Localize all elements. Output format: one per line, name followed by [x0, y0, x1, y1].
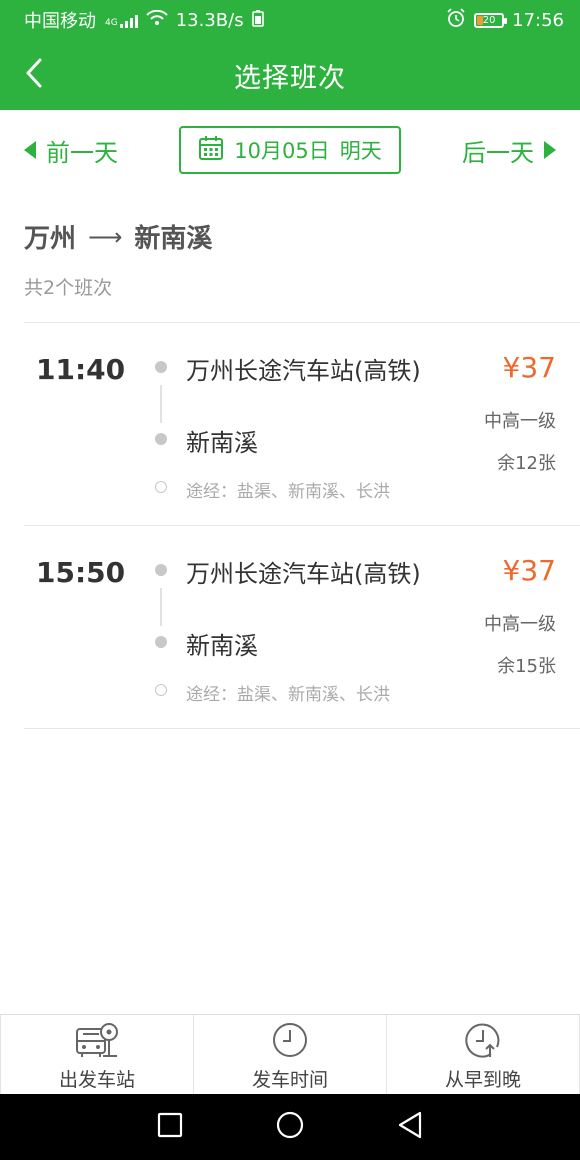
- route-line: [160, 385, 162, 423]
- destination-station: 新南溪: [186, 632, 258, 660]
- trip-list: 11:40 万州长途汽车站(高铁) 新南溪 途经：盐渠、新南溪、长洪 ¥37 中…: [24, 322, 580, 729]
- network-type: 4G: [105, 18, 118, 28]
- route-from: 万州: [24, 224, 77, 254]
- route-to: 新南溪: [134, 224, 213, 254]
- calendar-icon: [198, 135, 224, 166]
- battery-level: 20: [482, 14, 496, 26]
- status-left: 中国移动 4G 13.3B/s: [24, 7, 264, 33]
- filter-sort-early-to-late[interactable]: 从早到晚: [386, 1015, 580, 1094]
- bus-station-icon: [73, 1021, 121, 1063]
- selected-day-label: 明天: [339, 139, 382, 163]
- ticket-price: ¥37: [502, 351, 556, 384]
- network-speed: 13.3B/s: [175, 9, 244, 31]
- wifi-icon: [145, 9, 168, 31]
- origin-station: 万州长途汽车站(高铁): [186, 560, 421, 588]
- triangle-left-icon: [24, 141, 36, 159]
- origin-dot-icon: [155, 361, 167, 373]
- trip-item[interactable]: 11:40 万州长途汽车站(高铁) 新南溪 途经：盐渠、新南溪、长洪 ¥37 中…: [24, 323, 580, 526]
- carrier-name: 中国移动: [24, 11, 96, 32]
- route-arrow: ⟶: [88, 222, 123, 251]
- bus-grade: 中高一级: [484, 614, 556, 635]
- destination-station: 新南溪: [186, 429, 258, 457]
- destination-dot-icon: [155, 636, 167, 648]
- prev-day-label: 前一天: [46, 138, 118, 167]
- status-time: 17:56: [512, 9, 564, 31]
- alarm-icon: [446, 7, 466, 33]
- home-button[interactable]: [268, 1105, 312, 1149]
- route-summary: 万州 ⟶ 新南溪: [24, 218, 212, 255]
- trip-count: 共2个班次: [24, 277, 113, 299]
- system-nav-bar: [0, 1094, 580, 1160]
- triangle-back-icon: [396, 1110, 424, 1144]
- date-picker-button[interactable]: 10月05日 明天: [179, 126, 401, 174]
- clock-sort-icon: [463, 1021, 503, 1063]
- origin-dot-icon: [155, 564, 167, 576]
- filter-departure-station[interactable]: 出发车站: [0, 1015, 193, 1094]
- via-stops: 途经：盐渠、新南溪、长洪: [186, 482, 390, 502]
- filter-label: 发车时间: [251, 1069, 328, 1091]
- status-right: 20 17:56: [446, 7, 564, 33]
- next-day-label: 后一天: [462, 138, 534, 167]
- via-ring-icon: [155, 481, 167, 493]
- selected-date: 10月05日: [234, 139, 330, 163]
- ticket-price: ¥37: [502, 554, 556, 587]
- filter-label: 出发车站: [58, 1069, 135, 1091]
- filter-departure-time[interactable]: 发车时间: [193, 1015, 386, 1094]
- clock-icon: [270, 1021, 310, 1063]
- recents-button[interactable]: [148, 1105, 192, 1149]
- trip-item[interactable]: 15:50 万州长途汽车站(高铁) 新南溪 途经：盐渠、新南溪、长洪 ¥37 中…: [24, 526, 580, 729]
- battery-saver-icon: [251, 9, 264, 32]
- destination-dot-icon: [155, 433, 167, 445]
- triangle-right-icon: [544, 141, 556, 159]
- filter-bar: 出发车站 发车时间 从早到晚: [0, 1014, 580, 1094]
- app-header: 选择班次: [0, 40, 580, 110]
- chevron-left-icon: [24, 57, 44, 93]
- next-day-button[interactable]: 后一天: [462, 133, 556, 168]
- back-button[interactable]: [14, 52, 54, 98]
- page-title: 选择班次: [234, 62, 346, 94]
- back-nav-button[interactable]: [388, 1105, 432, 1149]
- signal-icon: 4G: [104, 12, 138, 28]
- departure-time: 15:50: [36, 556, 126, 589]
- origin-station: 万州长途汽车站(高铁): [186, 357, 421, 385]
- bus-grade: 中高一级: [484, 411, 556, 432]
- filter-label: 从早到晚: [444, 1069, 521, 1091]
- prev-day-button[interactable]: 前一天: [24, 133, 118, 168]
- via-stops: 途经：盐渠、新南溪、长洪: [186, 685, 390, 705]
- battery-icon: 20: [474, 12, 508, 28]
- departure-time: 11:40: [36, 353, 126, 386]
- route-line: [160, 588, 162, 626]
- via-ring-icon: [155, 684, 167, 696]
- top-bar: 中国移动 4G 13.3B/s 20 17:56 选择班次: [0, 0, 580, 110]
- square-icon: [157, 1112, 183, 1142]
- status-bar: 中国移动 4G 13.3B/s 20 17:56: [0, 0, 580, 40]
- seats-left: 余12张: [497, 453, 556, 474]
- date-bar: 前一天 10月05日 明天 后一天: [0, 110, 580, 190]
- circle-icon: [275, 1110, 305, 1144]
- seats-left: 余15张: [497, 656, 556, 677]
